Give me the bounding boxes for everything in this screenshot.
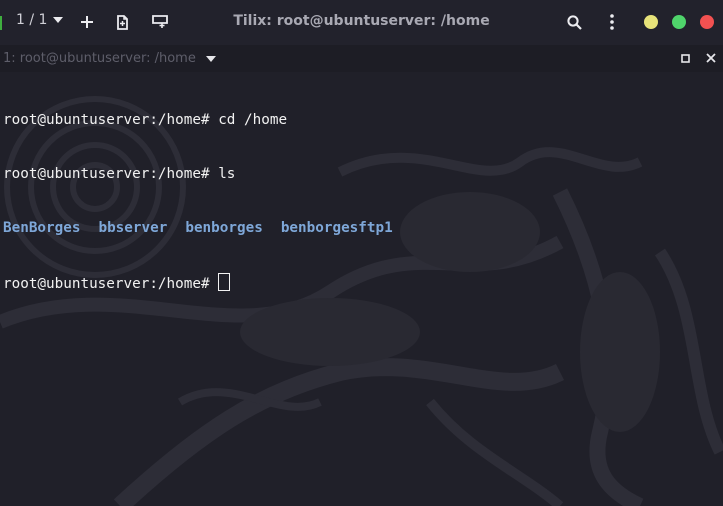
prompt: root@ubuntuserver:/home# (3, 276, 210, 292)
add-terminal-right-icon (117, 14, 128, 30)
ls-output-line: BenBorges bbserver benborges benborgesftp1 (3, 219, 393, 237)
session-count-label: 1 / 1 (16, 12, 48, 28)
terminal-output: root@ubuntuserver:/home# cd /home root@u… (3, 75, 393, 327)
add-terminal-right-button[interactable] (109, 8, 137, 36)
terminal-title-bar: 1: root@ubuntuserver: /home (0, 45, 723, 72)
close-terminal-button[interactable] (703, 50, 719, 66)
menu-button[interactable] (598, 8, 626, 36)
search-button[interactable] (560, 8, 588, 36)
minimize-dot-icon[interactable] (644, 15, 658, 29)
text-cursor (218, 273, 231, 291)
add-terminal-down-icon (152, 15, 168, 28)
add-terminal-down-button[interactable] (146, 8, 174, 36)
chevron-down-icon (205, 55, 216, 62)
command (210, 276, 219, 292)
terminal-title-label: 1: root@ubuntuserver: /home (3, 51, 196, 66)
terminal-title-dropdown[interactable]: 1: root@ubuntuserver: /home (3, 51, 216, 66)
search-icon (566, 14, 582, 30)
directory-entry: benborges (185, 220, 263, 236)
chevron-down-icon (53, 17, 64, 23)
command: ls (209, 166, 236, 182)
prompt: root@ubuntuserver:/home# (3, 112, 210, 128)
terminal-line: root@ubuntuserver:/home# ls (3, 165, 393, 183)
prompt: root@ubuntuserver:/home# (3, 166, 210, 182)
close-icon (706, 53, 716, 63)
maximize-square-icon (680, 53, 690, 63)
header-bar: 1 / 1 Tilix: root@ubuntuserver: /home (0, 0, 723, 45)
add-session-button[interactable] (73, 8, 101, 36)
terminal-line: root@ubuntuserver:/home# cd /home (3, 111, 393, 129)
terminal-area[interactable]: root@ubuntuserver:/home# cd /home root@u… (0, 72, 723, 506)
directory-entry: benborgesftp1 (280, 220, 393, 236)
session-switcher[interactable]: 1 / 1 (16, 12, 64, 28)
active-indicator (0, 16, 2, 30)
maximize-dot-icon[interactable] (672, 15, 686, 29)
maximize-terminal-button[interactable] (677, 50, 693, 66)
plus-icon (81, 16, 93, 28)
directory-entry: bbserver (98, 220, 168, 236)
close-dot-icon[interactable] (700, 15, 714, 29)
directory-entry: BenBorges (3, 220, 81, 236)
terminal-line: root@ubuntuserver:/home# (3, 273, 393, 292)
command: cd /home (209, 112, 288, 128)
tilix-window: 1 / 1 Tilix: root@ubuntuserver: /home 1:… (0, 0, 723, 506)
kebab-menu-icon (610, 14, 614, 30)
